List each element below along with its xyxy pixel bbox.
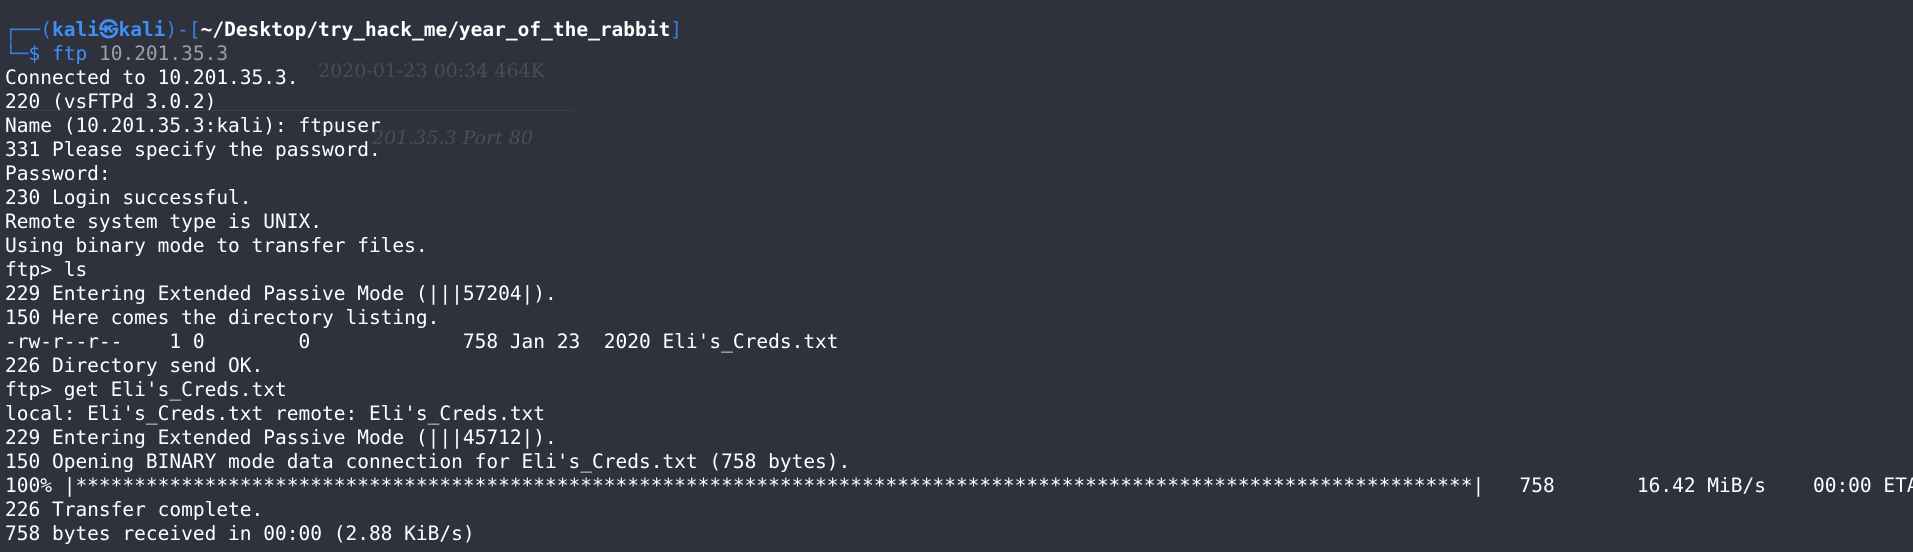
prompt-frame-top-left: ┌──( bbox=[5, 18, 52, 41]
output-line: 758 bytes received in 00:00 (2.88 KiB/s) bbox=[5, 522, 475, 545]
output-line: Connected to 10.201.35.3. bbox=[5, 66, 299, 89]
background-ghost-rule bbox=[5, 110, 575, 111]
output-line: 229 Entering Extended Passive Mode (|||5… bbox=[5, 282, 557, 305]
prompt-dollar: $ bbox=[28, 42, 41, 65]
prompt-user: kali bbox=[51, 18, 99, 41]
output-line: Password: bbox=[5, 162, 123, 185]
prompt-frame-mid: )-[ bbox=[165, 18, 201, 41]
prompt-at-symbol: ㉿ bbox=[98, 18, 119, 41]
output-line: Using binary mode to transfer files. bbox=[5, 234, 428, 257]
prompt-header-line: ┌──(kali㉿kali)-[~/Desktop/try_hack_me/ye… bbox=[5, 18, 1913, 42]
output-line: 230 Login successful. bbox=[5, 186, 252, 209]
output-line: 150 Opening BINARY mode data connection … bbox=[5, 450, 851, 473]
prompt-frame-close: ] bbox=[670, 18, 683, 41]
command-argument: 10.201.35.3 bbox=[98, 42, 229, 65]
background-ghost-text-1: 2020-01-23 00:34 464K bbox=[318, 60, 545, 82]
prompt-frame-bottom: └─ bbox=[5, 42, 29, 65]
transfer-progress-line: 100% |**********************************… bbox=[5, 474, 1913, 497]
background-ghost-text-2: 201.35.3 Port 80 bbox=[372, 127, 534, 149]
output-line: ftp> ls bbox=[5, 258, 88, 281]
output-line: Remote system type is UNIX. bbox=[5, 210, 322, 233]
output-line: 229 Entering Extended Passive Mode (|||4… bbox=[5, 426, 557, 449]
output-line: local: Eli's_Creds.txt remote: Eli's_Cre… bbox=[5, 402, 546, 425]
output-line: 150 Here comes the directory listing. bbox=[5, 306, 440, 329]
prompt-host: kali bbox=[118, 18, 166, 41]
command-name: ftp bbox=[51, 42, 88, 65]
command-line[interactable]: └─$ ftp 10.201.35.3 bbox=[5, 42, 1913, 66]
output-line: 331 Please specify the password. bbox=[5, 138, 381, 161]
prompt-path: ~/Desktop/try_hack_me/year_of_the_rabbit bbox=[200, 18, 671, 41]
output-line: 226 Directory send OK. bbox=[5, 354, 264, 377]
output-line: 226 Transfer complete. bbox=[5, 498, 264, 521]
output-line: Name (10.201.35.3:kali): ftpuser bbox=[5, 114, 381, 137]
output-line: -rw-r--r-- 1 0 0 758 Jan 23 2020 Eli's_C… bbox=[5, 330, 839, 353]
output-line: ftp> get Eli's_Creds.txt bbox=[5, 378, 287, 401]
terminal-window[interactable]: 2020-01-23 00:34 464K 201.35.3 Port 80 ┌… bbox=[0, 0, 1913, 552]
